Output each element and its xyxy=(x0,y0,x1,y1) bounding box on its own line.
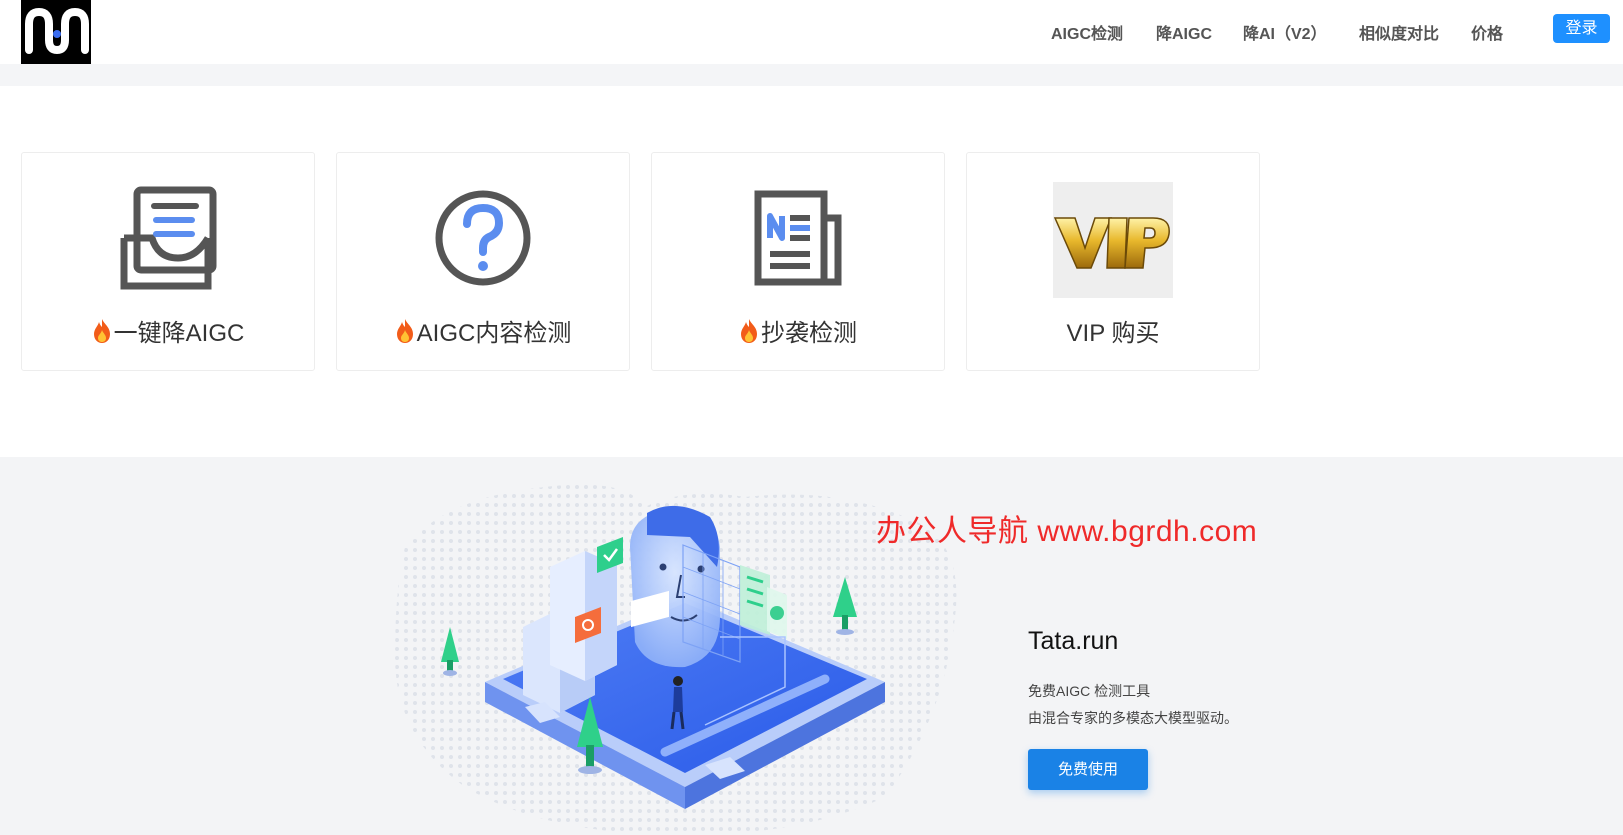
card-label: 抄袭检测 xyxy=(652,313,944,348)
card-reduce-aigc[interactable]: 一键降AIGC xyxy=(21,152,315,371)
card-plagiarism-detect[interactable]: 抄袭检测 xyxy=(651,152,945,371)
header-divider-band xyxy=(0,64,1623,86)
hero-section: 办公人导航 www.bgrdh.com Tata.run 免费AIGC 检测工具… xyxy=(0,457,1623,835)
hero-subtitle-line-1: 免费AIGC 检测工具 xyxy=(1028,683,1151,699)
free-use-button[interactable]: 免费使用 xyxy=(1028,749,1148,790)
fire-icon xyxy=(93,319,110,343)
card-label-text: AIGC内容检测 xyxy=(416,320,572,347)
nav-similarity-compare[interactable]: 相似度对比 xyxy=(1359,20,1439,44)
card-vip-purchase[interactable]: VIP 购买 xyxy=(966,152,1260,371)
nav-aigc-detect[interactable]: AIGC检测 xyxy=(1051,20,1123,44)
card-aigc-content-detect[interactable]: AIGC内容检测 xyxy=(336,152,630,371)
newspaper-icon xyxy=(738,182,858,298)
card-label-text: 抄袭检测 xyxy=(761,320,857,347)
question-circle-icon xyxy=(423,182,543,298)
card-label: AIGC内容检测 xyxy=(337,313,629,348)
login-button[interactable]: 登录 xyxy=(1553,14,1610,43)
logo-mark-icon xyxy=(25,8,89,54)
fire-icon xyxy=(741,319,757,343)
card-label-text: VIP 购买 xyxy=(1066,320,1160,347)
vip-badge-icon xyxy=(1053,182,1173,298)
nav-reduce-ai-v2[interactable]: 降AI（V2） xyxy=(1243,20,1327,44)
card-label-text: 一键降AIGC xyxy=(113,320,245,347)
card-label: VIP 购买 xyxy=(967,313,1259,348)
nav-pricing[interactable]: 价格 xyxy=(1471,20,1503,44)
site-logo[interactable] xyxy=(21,0,91,65)
watermark-text: 办公人导航 www.bgrdh.com xyxy=(876,515,1258,548)
fire-icon xyxy=(396,319,413,343)
card-label: 一键降AIGC xyxy=(22,313,314,348)
nav-reduce-aigc[interactable]: 降AIGC xyxy=(1156,20,1212,44)
inbox-document-icon xyxy=(108,182,228,298)
hero-title: Tata.run xyxy=(1028,627,1119,655)
hero-subtitle-line-2: 由混合专家的多模态大模型驱动。 xyxy=(1028,710,1238,726)
top-header: AIGC检测 降AIGC 降AI（V2） 相似度对比 价格 登录 xyxy=(0,0,1623,65)
